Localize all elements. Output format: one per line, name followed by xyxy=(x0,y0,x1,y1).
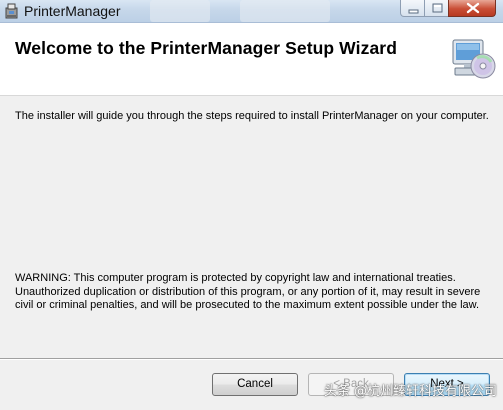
footer-divider xyxy=(0,358,503,360)
title-bar-background xyxy=(150,0,210,22)
cancel-button[interactable]: Cancel xyxy=(212,373,298,396)
intro-text: The installer will guide you through the… xyxy=(15,110,489,122)
page-title: Welcome to the PrinterManager Setup Wiza… xyxy=(15,38,397,58)
maximize-button[interactable] xyxy=(424,0,449,17)
copyright-warning: WARNING: This computer program is protec… xyxy=(15,272,481,311)
title-bar-background xyxy=(240,0,330,22)
window-title: PrinterManager xyxy=(24,3,121,19)
maximize-icon xyxy=(432,3,443,13)
setup-wizard-window: PrinterManager Welcome to the PrinterMan… xyxy=(0,0,503,410)
computer-cd-icon xyxy=(447,35,497,85)
minimize-icon xyxy=(408,9,419,14)
close-button[interactable] xyxy=(448,0,496,17)
close-icon xyxy=(466,2,480,14)
title-bar[interactable]: PrinterManager xyxy=(0,0,503,23)
minimize-button[interactable] xyxy=(400,0,425,17)
installer-package-icon[interactable] xyxy=(4,3,20,19)
watermark: 头条 @杭州臻轩科技有限公司 xyxy=(323,384,497,399)
header-banner: Welcome to the PrinterManager Setup Wiza… xyxy=(0,23,503,96)
